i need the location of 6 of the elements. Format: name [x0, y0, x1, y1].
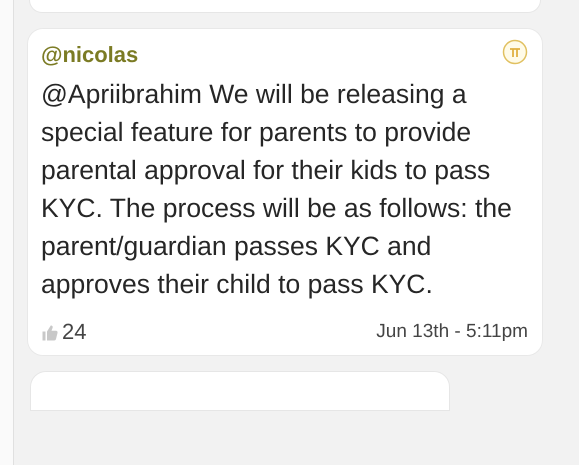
- pi-coin-icon: [502, 39, 528, 65]
- like-count: 24: [62, 319, 86, 345]
- thumbs-up-icon: [41, 324, 59, 342]
- post-text: @Apriibrahim We will be releasing a special feature for parents to provide parental approval for their kids to pass KYC. The process will be as follows: the parent/guardian passes KYC and approves their child to pass KYC.: [41, 78, 513, 301]
- post-time: Jun 13th - 5:11pm: [376, 320, 528, 344]
- username[interactable]: @nicolas: [41, 41, 138, 69]
